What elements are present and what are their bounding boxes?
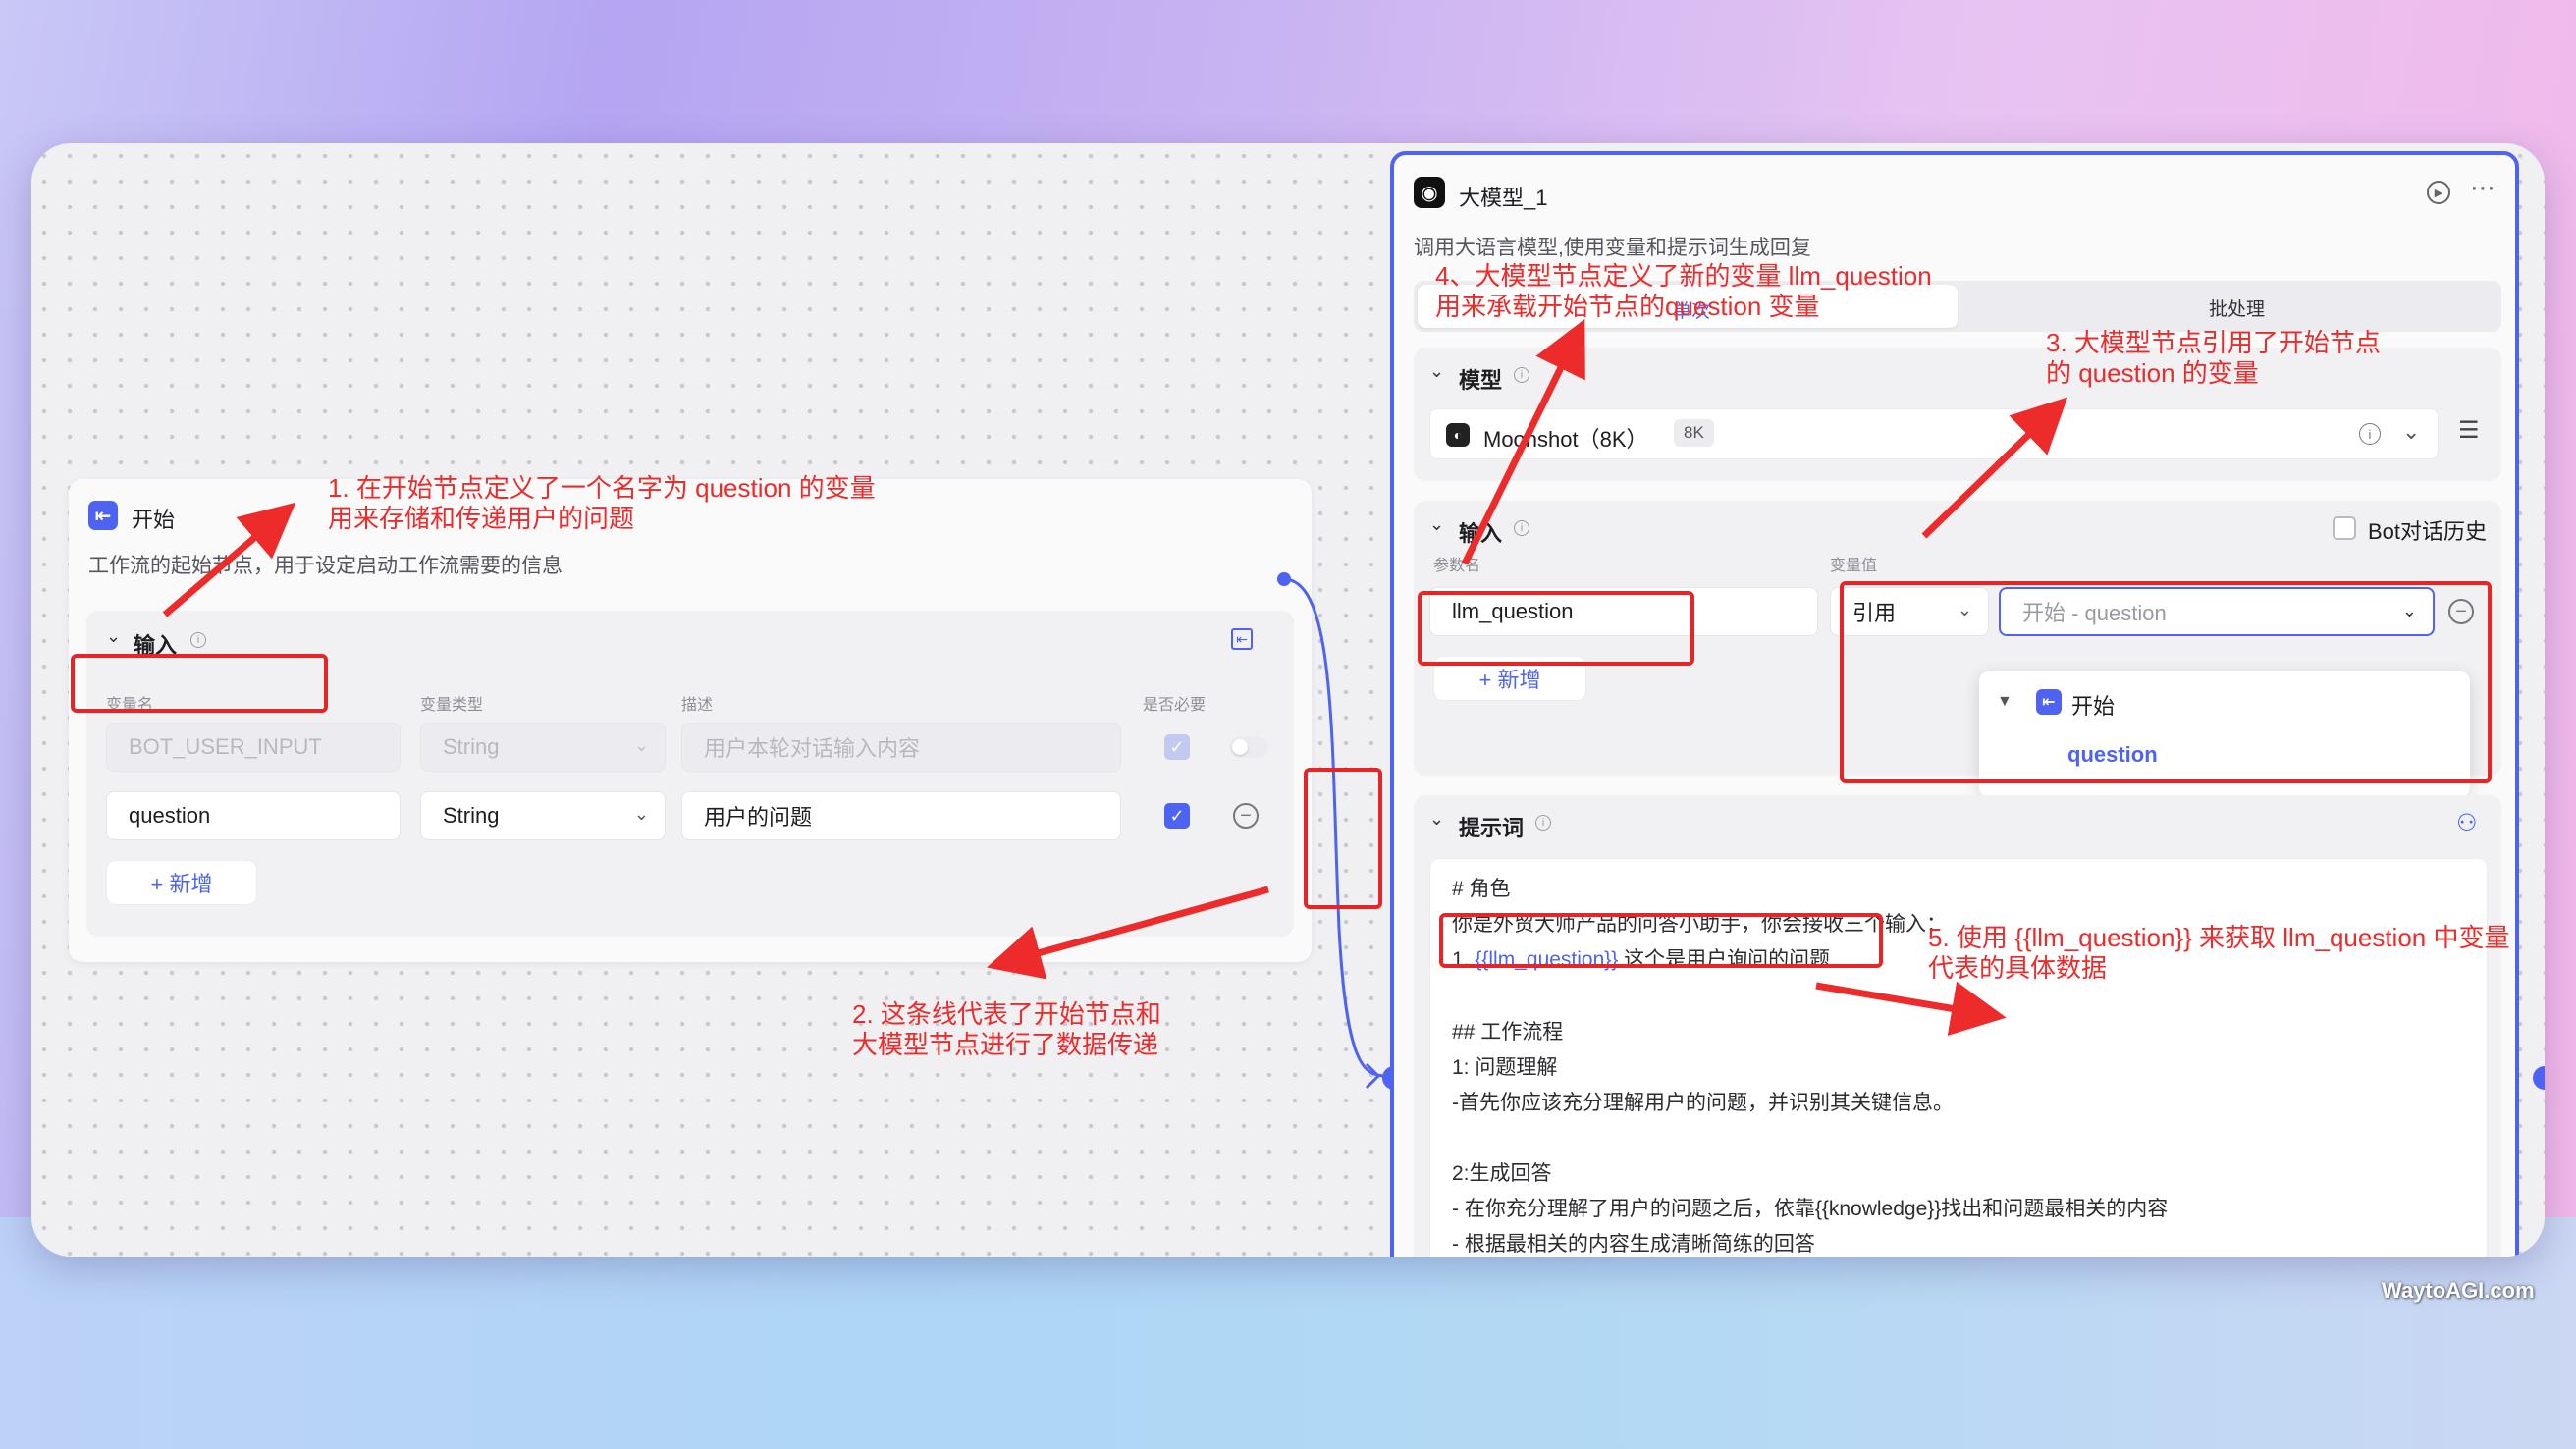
annotation-arrows: [162, 318, 2068, 1036]
watermark: WaytoAGI.com: [2382, 1278, 2535, 1303]
workflow-canvas[interactable]: ⇤ 开始 工作流的起始节点，用于设定启动工作流需要的信息 ⌄ 输入 i ⇤ 变量…: [31, 143, 2545, 1257]
